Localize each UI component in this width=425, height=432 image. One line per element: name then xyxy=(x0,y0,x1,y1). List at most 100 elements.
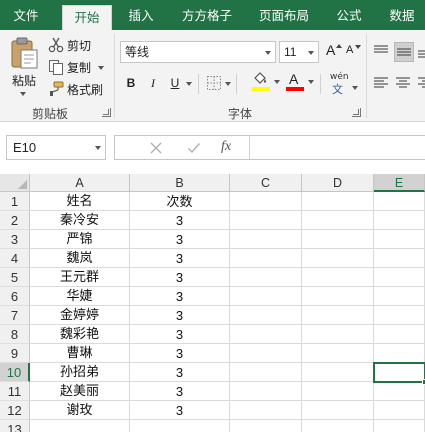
cell-d13[interactable] xyxy=(302,420,374,432)
tab-fangfang-gezi[interactable]: 方方格子 xyxy=(174,0,240,30)
column-header-b[interactable]: B xyxy=(130,174,230,192)
align-bottom-button[interactable] xyxy=(416,42,425,60)
cell-d8[interactable] xyxy=(302,325,374,344)
underline-dropdown-icon[interactable] xyxy=(186,82,192,86)
cell-d9[interactable] xyxy=(302,344,374,363)
cell-d3[interactable] xyxy=(302,230,374,249)
cell-e8[interactable] xyxy=(374,325,425,344)
cell-c8[interactable] xyxy=(230,325,302,344)
row-header-5[interactable]: 5 xyxy=(0,268,30,287)
cell-b8[interactable]: 3 xyxy=(130,325,230,344)
font-size-combo[interactable]: 11 xyxy=(279,41,319,63)
cell-a4[interactable]: 魏岚 xyxy=(30,249,130,268)
clipboard-dialog-launcher-icon[interactable] xyxy=(102,108,111,117)
cell-a3[interactable]: 严锦 xyxy=(30,230,130,249)
cell-d6[interactable] xyxy=(302,287,374,306)
font-color-button[interactable]: A xyxy=(286,71,316,94)
row-header-1[interactable]: 1 xyxy=(0,192,30,211)
column-header-a[interactable]: A xyxy=(30,174,130,192)
bold-button[interactable]: B xyxy=(122,74,140,92)
tab-formulas[interactable]: 公式 xyxy=(328,0,370,30)
active-cell-e10[interactable] xyxy=(373,362,425,383)
cancel-icon[interactable] xyxy=(149,141,163,155)
cell-d10[interactable] xyxy=(302,363,374,382)
cell-d12[interactable] xyxy=(302,401,374,420)
cell-b10[interactable]: 3 xyxy=(130,363,230,382)
cell-c7[interactable] xyxy=(230,306,302,325)
cell-c9[interactable] xyxy=(230,344,302,363)
font-size-dropdown-icon[interactable] xyxy=(308,51,314,55)
row-header-8[interactable]: 8 xyxy=(0,325,30,344)
borders-button[interactable] xyxy=(206,74,232,94)
cell-e9[interactable] xyxy=(374,344,425,363)
align-center-button[interactable] xyxy=(394,74,412,92)
format-painter-button[interactable]: 格式刷 xyxy=(48,80,108,98)
cell-b4[interactable]: 3 xyxy=(130,249,230,268)
row-header-10[interactable]: 10 xyxy=(0,363,30,382)
paste-button[interactable]: 粘贴 xyxy=(4,34,42,100)
cell-b1[interactable]: 次数 xyxy=(130,192,230,211)
cell-d7[interactable] xyxy=(302,306,374,325)
select-all-button[interactable] xyxy=(0,174,30,192)
enter-check-icon[interactable] xyxy=(187,141,201,155)
cell-b11[interactable]: 3 xyxy=(130,382,230,401)
cell-a9[interactable]: 曹琳 xyxy=(30,344,130,363)
cell-d2[interactable] xyxy=(302,211,374,230)
row-header-6[interactable]: 6 xyxy=(0,287,30,306)
font-name-dropdown-icon[interactable] xyxy=(265,51,271,55)
cell-a10[interactable]: 孙招弟 xyxy=(30,363,130,382)
align-top-button[interactable] xyxy=(372,42,390,60)
row-header-2[interactable]: 2 xyxy=(0,211,30,230)
cell-d5[interactable] xyxy=(302,268,374,287)
cell-b7[interactable]: 3 xyxy=(130,306,230,325)
font-dialog-launcher-icon[interactable] xyxy=(352,108,361,117)
cell-a5[interactable]: 王元群 xyxy=(30,268,130,287)
cell-e3[interactable] xyxy=(374,230,425,249)
cell-c1[interactable] xyxy=(230,192,302,211)
cell-c3[interactable] xyxy=(230,230,302,249)
tab-data[interactable]: 数据 xyxy=(382,0,422,30)
cell-b3[interactable]: 3 xyxy=(130,230,230,249)
insert-function-icon[interactable]: fx xyxy=(221,139,231,155)
row-header-3[interactable]: 3 xyxy=(0,230,30,249)
italic-button[interactable]: I xyxy=(144,74,162,92)
cell-c6[interactable] xyxy=(230,287,302,306)
align-left-button[interactable] xyxy=(372,74,390,92)
cell-e12[interactable] xyxy=(374,401,425,420)
cell-e4[interactable] xyxy=(374,249,425,268)
font-name-combo[interactable]: 等线 xyxy=(120,41,276,63)
cell-e5[interactable] xyxy=(374,268,425,287)
cell-b6[interactable]: 3 xyxy=(130,287,230,306)
cell-a11[interactable]: 赵美丽 xyxy=(30,382,130,401)
cell-c10[interactable] xyxy=(230,363,302,382)
cell-a12[interactable]: 谢玫 xyxy=(30,401,130,420)
cell-c13[interactable] xyxy=(230,420,302,432)
cell-e7[interactable] xyxy=(374,306,425,325)
cell-d1[interactable] xyxy=(302,192,374,211)
row-header-9[interactable]: 9 xyxy=(0,344,30,363)
cell-b2[interactable]: 3 xyxy=(130,211,230,230)
row-header-7[interactable]: 7 xyxy=(0,306,30,325)
name-box[interactable]: E10 xyxy=(6,135,106,160)
cell-d11[interactable] xyxy=(302,382,374,401)
align-right-button[interactable] xyxy=(416,74,425,92)
cell-a6[interactable]: 华婕 xyxy=(30,287,130,306)
row-header-4[interactable]: 4 xyxy=(0,249,30,268)
cell-b5[interactable]: 3 xyxy=(130,268,230,287)
column-header-e[interactable]: E xyxy=(374,174,425,192)
cell-a1[interactable]: 姓名 xyxy=(30,192,130,211)
cell-b9[interactable]: 3 xyxy=(130,344,230,363)
copy-button[interactable]: 复制 xyxy=(48,58,108,76)
cell-b13[interactable] xyxy=(130,420,230,432)
cell-e13[interactable] xyxy=(374,420,425,432)
shrink-font-button[interactable]: A xyxy=(344,42,362,62)
fill-color-button[interactable] xyxy=(252,72,282,94)
tab-insert[interactable]: 插入 xyxy=(120,0,162,30)
tab-page-layout[interactable]: 页面布局 xyxy=(252,0,316,30)
cell-a13[interactable] xyxy=(30,420,130,432)
row-header-13[interactable]: 13 xyxy=(0,420,30,432)
column-header-d[interactable]: D xyxy=(302,174,374,192)
underline-button[interactable]: U xyxy=(166,74,184,92)
cell-c4[interactable] xyxy=(230,249,302,268)
row-header-11[interactable]: 11 xyxy=(0,382,30,401)
